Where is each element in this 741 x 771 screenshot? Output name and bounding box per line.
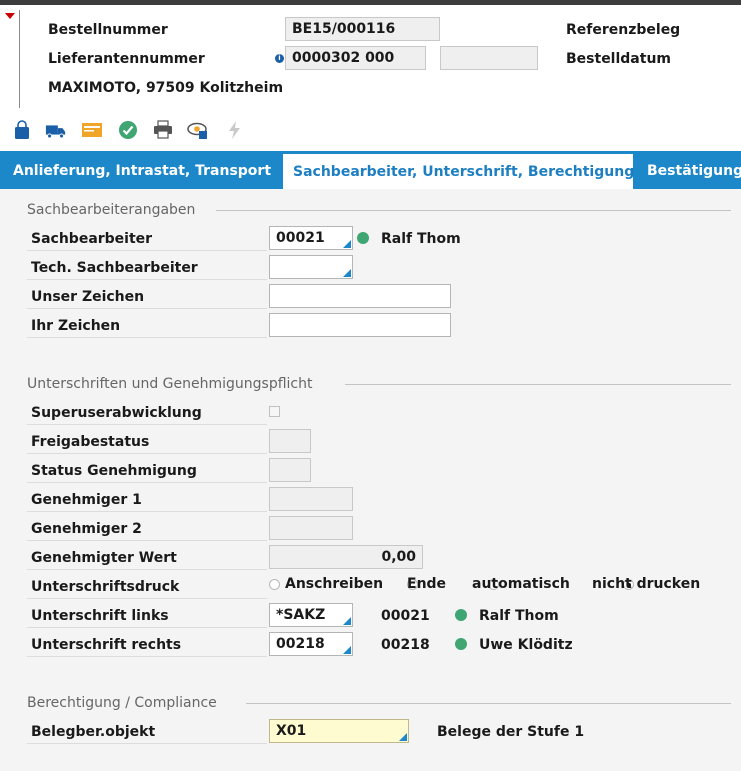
unterschrift-rechts-name: Uwe Klöditz [479, 637, 573, 653]
row-divider [27, 598, 267, 599]
bestellnummer-field[interactable]: BE15/000116 [285, 17, 440, 41]
genehmiger1-field [269, 487, 353, 511]
header-divider [19, 10, 20, 108]
unterschrift-links-code: 00021 [381, 608, 430, 624]
freigabestatus-field [269, 429, 311, 453]
truck-icon[interactable] [45, 119, 67, 141]
row-divider [27, 250, 267, 251]
row-divider [27, 540, 267, 541]
superuser-label: Superuserabwicklung [31, 405, 202, 421]
row-divider [27, 453, 267, 454]
radio-label-anschreiben: Anschreiben [285, 576, 384, 592]
tab-bestaetigung[interactable]: Bestätigungs [637, 151, 741, 189]
sachbearbeiter-input[interactable]: 00021 [269, 226, 353, 250]
unterschrift-rechts-code: 00218 [381, 637, 430, 653]
radio-anschreiben[interactable] [269, 579, 280, 590]
status-dot-icon [455, 609, 467, 621]
info-icon[interactable]: i [275, 54, 284, 63]
row-divider [27, 279, 267, 280]
lieferantennummer-label: Lieferantennummer [48, 51, 205, 67]
status-genehmigung-field [269, 458, 311, 482]
group-divider [246, 703, 731, 704]
envelope-icon[interactable] [81, 119, 103, 141]
unser-zeichen-label: Unser Zeichen [31, 289, 145, 305]
status-dot-icon [455, 638, 467, 650]
belegber-objekt-description: Belege der Stufe 1 [437, 724, 585, 740]
status-genehmigung-label: Status Genehmigung [31, 463, 197, 479]
freigabestatus-label: Freigabestatus [31, 434, 150, 450]
radio-label-nicht-drucken: nicht drucken [592, 576, 701, 592]
unterschrift-links-label: Unterschrift links [31, 608, 169, 624]
tab-sachbearbeiter[interactable]: Sachbearbeiter, Unterschrift, Berechtigu… [283, 154, 634, 190]
bestelldatum-label: Bestelldatum [566, 51, 671, 67]
unterschrift-links-name: Ralf Thom [479, 608, 559, 624]
radio-label-automatisch: automatisch [472, 576, 570, 592]
row-divider [27, 482, 267, 483]
row-divider [27, 511, 267, 512]
bestellnummer-label: Bestellnummer [48, 22, 168, 38]
unterschrift-links-input[interactable]: *SAKZ [269, 603, 353, 627]
lightning-icon [223, 119, 245, 141]
unterschrift-rechts-label: Unterschrift rechts [31, 637, 182, 653]
lieferant-address: MAXIMOTO, 97509 Kolitzheim [48, 80, 284, 96]
genehmiger1-label: Genehmiger 1 [31, 492, 142, 508]
group-divider [345, 384, 731, 385]
genehmigter-wert-field: 0,00 [269, 545, 423, 569]
tab-strip: Anlieferung, Intrastat, Transport Sachbe… [0, 151, 741, 190]
lieferant-extra-field[interactable] [440, 46, 538, 70]
shopping-bag-icon[interactable] [11, 119, 33, 141]
group-title-sachbearbeiter: Sachbearbeiterangaben [27, 202, 196, 218]
tech-sachbearbeiter-label: Tech. Sachbearbeiter [31, 260, 198, 276]
genehmiger2-label: Genehmiger 2 [31, 521, 142, 537]
row-divider [27, 743, 267, 744]
status-dot-icon [357, 232, 369, 244]
sachbearbeiter-name: Ralf Thom [381, 231, 461, 247]
row-divider [27, 424, 267, 425]
superuser-checkbox[interactable] [269, 406, 280, 417]
group-title-berechtigung: Berechtigung / Compliance [27, 695, 217, 711]
unterschriftsdruck-label: Unterschriftsdruck [31, 579, 180, 595]
preview-icon[interactable] [187, 119, 209, 141]
genehmiger2-field [269, 516, 353, 540]
sachbearbeiter-label: Sachbearbeiter [31, 231, 153, 247]
window-top-bar [0, 0, 741, 5]
ihr-zeichen-input[interactable] [269, 313, 451, 337]
unterschrift-rechts-input[interactable]: 00218 [269, 632, 353, 656]
row-divider [27, 627, 267, 628]
ihr-zeichen-label: Ihr Zeichen [31, 318, 121, 334]
group-title-unterschriften: Unterschriften und Genehmigungspflicht [27, 376, 313, 392]
lieferantennummer-field[interactable]: 0000302 000 [285, 46, 426, 70]
row-divider [27, 337, 267, 338]
unser-zeichen-input[interactable] [269, 284, 451, 308]
printer-icon[interactable] [152, 119, 174, 141]
genehmigter-wert-label: Genehmigter Wert [31, 550, 177, 566]
tab-anlieferung[interactable]: Anlieferung, Intrastat, Transport [3, 151, 281, 189]
checkmark-icon[interactable] [117, 119, 139, 141]
tech-sachbearbeiter-input[interactable] [269, 255, 353, 279]
radio-label-ende: Ende [407, 576, 447, 592]
collapse-triangle-icon[interactable] [5, 13, 15, 19]
belegber-objekt-input[interactable]: X01 [269, 719, 409, 743]
row-divider [27, 656, 267, 657]
belegber-objekt-label: Belegber.objekt [31, 724, 156, 740]
row-divider [27, 308, 267, 309]
referenzbeleg-label: Referenzbeleg [566, 22, 681, 38]
group-divider [216, 210, 731, 211]
row-divider [27, 569, 267, 570]
